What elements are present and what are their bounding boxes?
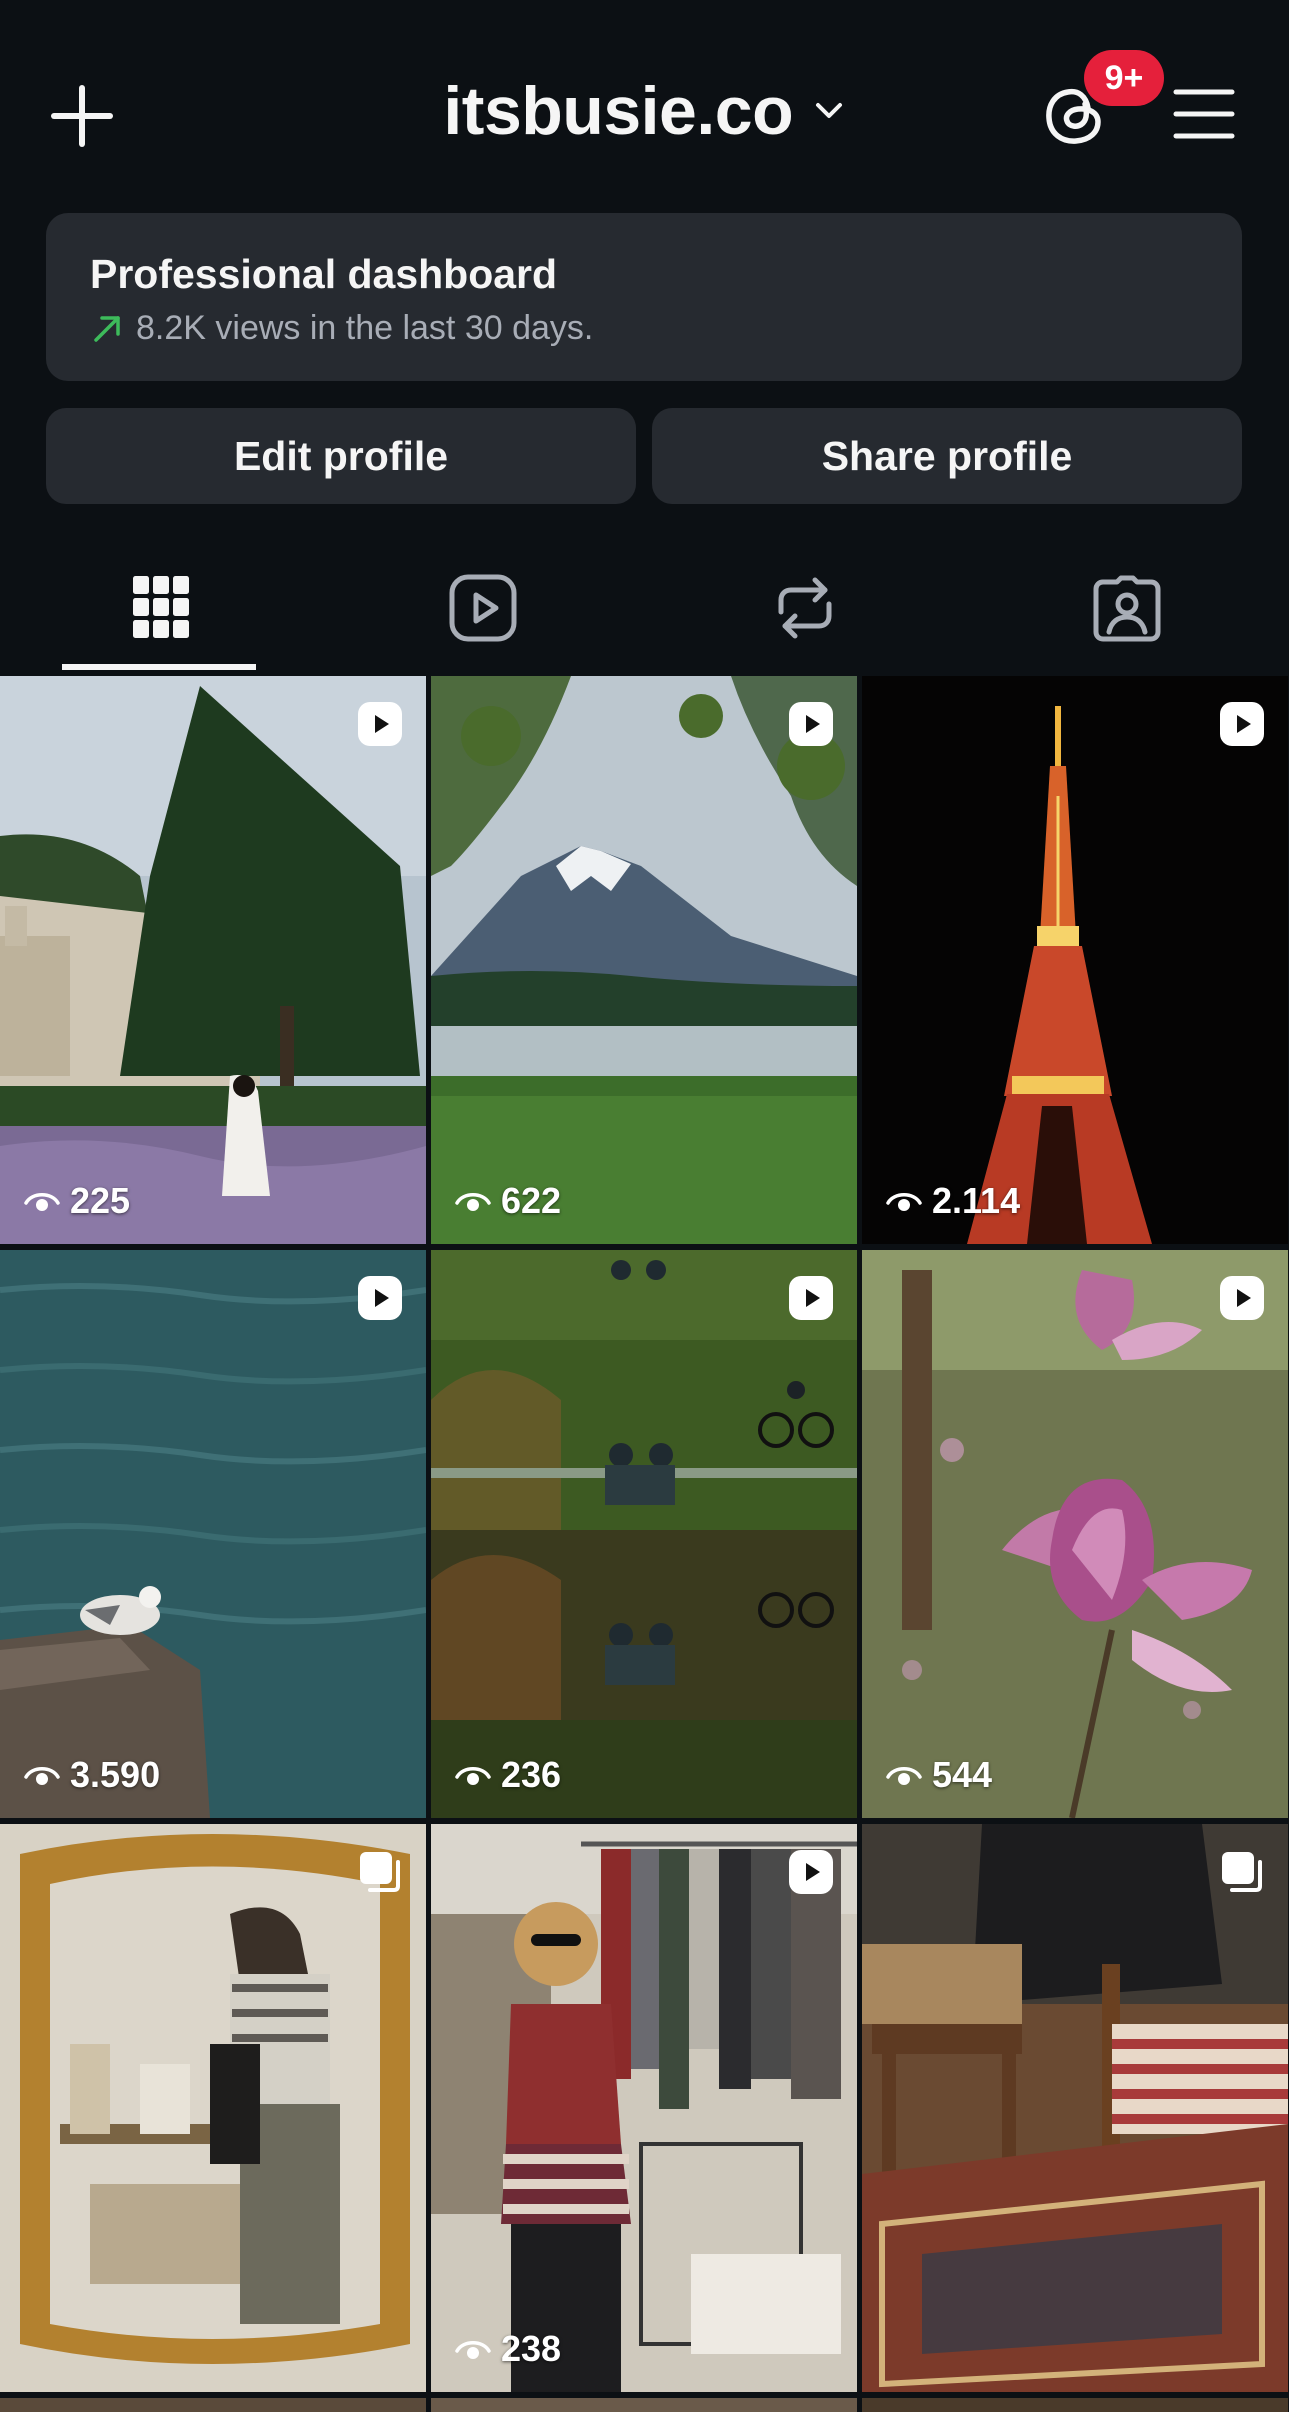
eye-icon	[455, 1193, 491, 1211]
view-count: 236	[455, 1754, 561, 1796]
reel-badge-icon	[1220, 1276, 1264, 1320]
post-tile[interactable]: 225	[0, 676, 426, 1244]
post-thumbnail-image	[862, 1250, 1288, 1818]
post-tile-partial[interactable]	[862, 2398, 1288, 2412]
chevron-down-icon	[815, 103, 842, 118]
eye-icon	[455, 2341, 491, 2359]
profile-tabs	[0, 540, 1289, 674]
view-count: 225	[24, 1180, 130, 1222]
notification-badge: 9+	[1084, 50, 1164, 106]
post-thumbnail-image	[431, 676, 857, 1244]
post-tile[interactable]: 544	[862, 1250, 1288, 1818]
view-count: 2.114	[886, 1180, 1020, 1222]
view-count-value: 3.590	[70, 1754, 161, 1795]
view-count: 544	[886, 1754, 992, 1796]
post-thumbnail-image	[862, 676, 1288, 1244]
dashboard-subtitle: 8.2K views in the last 30 days.	[136, 309, 594, 347]
username: itsbusie.co	[443, 73, 794, 149]
view-count-value: 544	[932, 1754, 993, 1795]
post-thumbnail-image	[862, 1824, 1288, 2392]
reel-badge-icon	[358, 702, 402, 746]
post-tile[interactable]	[0, 1824, 426, 2392]
grid-icon	[133, 576, 189, 638]
tab-reposts[interactable]	[644, 540, 966, 674]
post-tile[interactable]: 622	[431, 676, 857, 1244]
tagged-person-icon	[1093, 575, 1161, 642]
repost-icon	[778, 577, 832, 639]
dashboard-subtitle-row: 8.2K views in the last 30 days.	[90, 309, 593, 348]
post-thumbnail-image	[0, 676, 426, 1244]
tab-reels[interactable]	[322, 540, 644, 674]
eye-icon	[886, 1767, 922, 1785]
eye-icon	[24, 1767, 60, 1785]
post-thumbnail-image	[431, 1824, 857, 2392]
dashboard-title: Professional dashboard	[90, 251, 558, 297]
view-count-value: 2.114	[932, 1180, 1021, 1221]
eye-icon	[886, 1193, 922, 1211]
post-tile[interactable]: 2.114	[862, 676, 1288, 1244]
reel-badge-icon	[358, 1276, 402, 1320]
view-count-value: 225	[70, 1180, 131, 1221]
view-count: 3.590	[24, 1754, 160, 1796]
post-tile[interactable]: 3.590	[0, 1250, 426, 1818]
reels-icon	[449, 574, 517, 642]
professional-dashboard-card[interactable]: Professional dashboard 8.2K views in the…	[46, 213, 1242, 381]
post-thumbnail-image	[0, 1824, 426, 2392]
eye-icon	[455, 1767, 491, 1785]
carousel-badge-icon	[1222, 1852, 1262, 1892]
reel-badge-icon	[1220, 702, 1264, 746]
view-count-value: 238	[501, 2328, 562, 2369]
post-thumbnail-image	[0, 1250, 426, 1818]
hamburger-menu-icon	[1173, 89, 1235, 139]
active-tab-indicator	[62, 664, 256, 670]
post-tile-partial[interactable]	[0, 2398, 426, 2412]
share-profile-button[interactable]: Share profile	[652, 408, 1242, 504]
tab-tagged[interactable]	[966, 540, 1288, 674]
trend-arrow-icon	[94, 315, 120, 342]
post-tile[interactable]: 238	[431, 1824, 857, 2392]
view-count-value: 236	[501, 1754, 562, 1795]
profile-header: itsbusie.co 9+	[0, 0, 1289, 210]
edit-profile-button[interactable]: Edit profile	[46, 408, 636, 504]
view-count: 238	[455, 2328, 561, 2370]
posts-grid: 225 622 2.114 3.590 236 544 238	[0, 676, 1289, 2412]
carousel-badge-icon	[360, 1852, 400, 1892]
post-tile[interactable]: 236	[431, 1250, 857, 1818]
eye-icon	[24, 1193, 60, 1211]
reel-badge-icon	[789, 1850, 833, 1894]
post-thumbnail-image	[431, 1250, 857, 1818]
view-count-value: 622	[501, 1180, 562, 1221]
post-tile-partial[interactable]	[431, 2398, 857, 2412]
reel-badge-icon	[789, 702, 833, 746]
menu-button[interactable]	[1172, 84, 1236, 144]
reel-badge-icon	[789, 1276, 833, 1320]
tab-posts-grid[interactable]	[0, 540, 322, 674]
post-tile[interactable]	[862, 1824, 1288, 2392]
view-count: 622	[455, 1180, 561, 1222]
